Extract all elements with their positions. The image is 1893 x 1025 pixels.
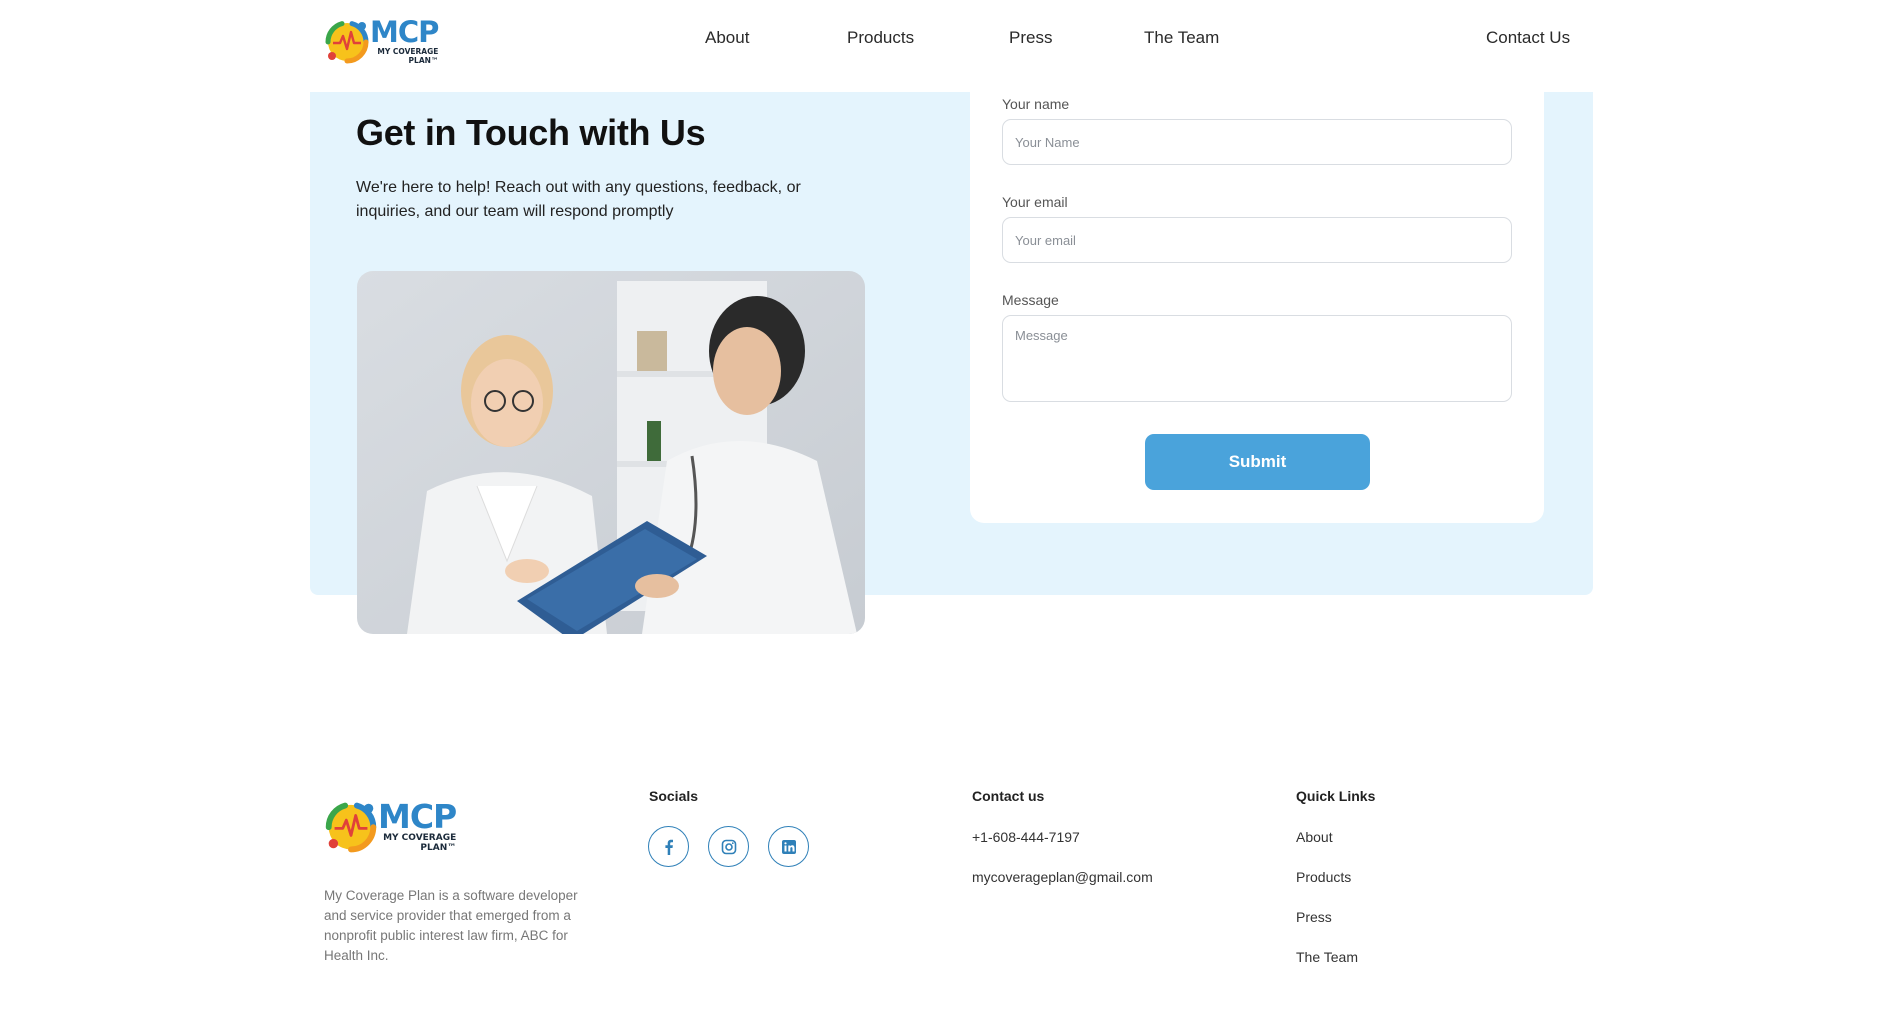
- contact-phone[interactable]: +1-608-444-7197: [972, 829, 1080, 845]
- footer-logo-heartbeat-icon: [325, 802, 377, 853]
- nav-about[interactable]: About: [705, 28, 749, 48]
- quick-links-title: Quick Links: [1296, 788, 1376, 804]
- message-label: Message: [1002, 292, 1059, 308]
- footer-logo-wordmark: MCP MY COVERAGE PLAN™: [378, 796, 457, 853]
- facebook-link[interactable]: [648, 826, 689, 867]
- footer-link-products[interactable]: Products: [1296, 869, 1351, 885]
- name-label: Your name: [1002, 96, 1070, 112]
- footer-logo-tagline: MY COVERAGE: [383, 832, 457, 843]
- logo-heartbeat-icon: [325, 21, 369, 64]
- logo-wordmark: MCP MY COVERAGE PLAN™: [370, 15, 439, 65]
- logo-tagline: MY COVERAGE: [377, 47, 439, 56]
- hero-description: We're here to help! Reach out with any q…: [356, 179, 801, 220]
- logo-tagline-2: PLAN™: [408, 55, 439, 65]
- nav-products[interactable]: Products: [847, 28, 914, 48]
- nav-the-team[interactable]: The Team: [1144, 28, 1219, 48]
- logo-text: MCP: [370, 15, 439, 49]
- contact-email[interactable]: mycoverageplan@gmail.com: [972, 869, 1153, 885]
- message-textarea[interactable]: [1002, 315, 1512, 402]
- doctors-illustration: [357, 271, 865, 634]
- footer-about-text: My Coverage Plan is a software developer…: [324, 888, 578, 963]
- nav-press[interactable]: Press: [1009, 28, 1052, 48]
- email-label: Your email: [1002, 194, 1068, 210]
- facebook-icon: [664, 839, 673, 855]
- site-header: MCP MY COVERAGE PLAN™ About Products Pre…: [0, 0, 1893, 92]
- submit-button[interactable]: Submit: [1145, 434, 1370, 490]
- contact-title: Contact us: [972, 788, 1045, 804]
- footer-link-the-team[interactable]: The Team: [1296, 949, 1358, 965]
- email-input[interactable]: [1002, 217, 1512, 263]
- footer-logo-tagline-2: PLAN™: [420, 842, 457, 853]
- instagram-link[interactable]: [708, 826, 749, 867]
- footer-logo-text: MCP: [378, 796, 457, 836]
- footer-brand-logo[interactable]: MCP MY COVERAGE PLAN™: [324, 796, 457, 854]
- nav-contact-us[interactable]: Contact Us: [1486, 28, 1570, 48]
- linkedin-icon: [781, 839, 796, 854]
- page-title: Get in Touch with Us: [356, 112, 706, 153]
- brand-logo[interactable]: MCP MY COVERAGE PLAN™: [324, 15, 439, 65]
- doctors-photo: [357, 271, 865, 634]
- footer-link-press[interactable]: Press: [1296, 909, 1332, 925]
- instagram-icon: [721, 839, 736, 854]
- footer-link-about[interactable]: About: [1296, 829, 1333, 845]
- socials-title: Socials: [649, 788, 699, 804]
- linkedin-link[interactable]: [768, 826, 809, 867]
- name-input[interactable]: [1002, 119, 1512, 165]
